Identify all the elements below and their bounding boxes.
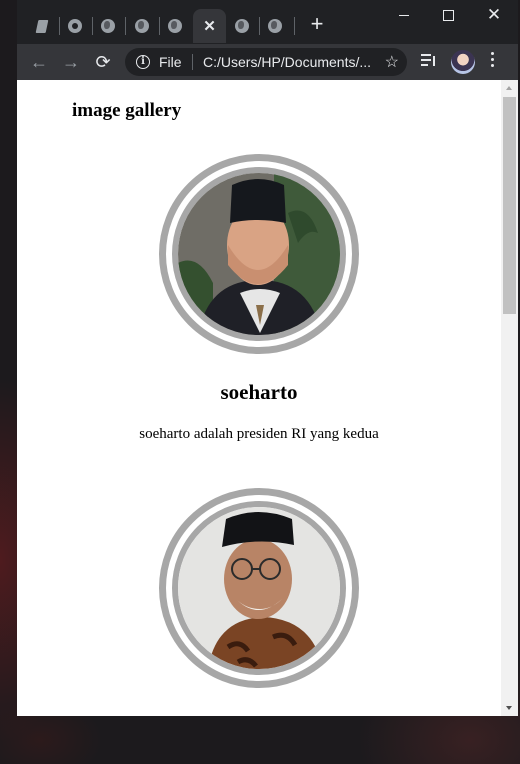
globe-icon — [135, 19, 149, 33]
tab-globe-5[interactable] — [260, 9, 290, 43]
close-icon: ✕ — [486, 5, 502, 24]
scroll-down-arrow-icon[interactable] — [506, 706, 512, 710]
tab-github[interactable] — [60, 9, 90, 43]
browser-window: ✕ + ✕ ← → ⟳ i File C:/Users/HP/Documents… — [17, 0, 518, 716]
globe-icon — [101, 19, 115, 33]
github-icon — [68, 19, 82, 33]
minimize-icon — [399, 15, 409, 16]
tab-globe-2[interactable] — [127, 9, 157, 43]
more-menu-icon[interactable] — [491, 52, 495, 70]
globe-icon — [235, 19, 249, 33]
reload-button[interactable]: ⟳ — [91, 50, 115, 74]
portrait-photo — [178, 507, 340, 669]
photo-frame — [159, 488, 359, 688]
scrollbar-thumb[interactable] — [503, 97, 516, 314]
tab-globe-3[interactable] — [160, 9, 190, 43]
scheme-label: File — [159, 54, 182, 70]
url-text[interactable]: C:/Users/HP/Documents/... — [203, 54, 375, 70]
forward-button[interactable]: → — [59, 50, 83, 74]
page-title: image gallery — [72, 100, 182, 121]
scroll-up-arrow-icon[interactable] — [506, 86, 512, 90]
photo-inner-ring — [172, 501, 346, 675]
media-control-icon[interactable] — [421, 54, 437, 68]
tab-document[interactable] — [27, 9, 57, 43]
tab-separator — [294, 17, 295, 35]
arrow-left-icon: ← — [30, 52, 48, 72]
maximize-button[interactable] — [426, 6, 470, 26]
photo-frame — [159, 154, 359, 354]
close-icon[interactable]: ✕ — [203, 17, 216, 35]
info-icon[interactable]: i — [136, 55, 150, 69]
new-tab-button[interactable]: + — [305, 13, 329, 37]
item-name: soeharto — [220, 380, 298, 404]
tab-active[interactable]: ✕ — [193, 9, 226, 43]
item-description: soeharto adalah presiden RI yang kedua — [139, 426, 379, 442]
minimize-button[interactable] — [382, 6, 426, 26]
arrow-right-icon: → — [62, 52, 80, 72]
reload-icon: ⟳ — [95, 52, 111, 72]
address-separator — [192, 54, 193, 70]
globe-icon — [268, 19, 282, 33]
portrait-photo — [178, 173, 340, 335]
document-icon — [36, 20, 48, 33]
bookmark-star-icon[interactable]: ☆ — [385, 52, 399, 72]
globe-icon — [168, 19, 182, 33]
tab-strip: ✕ + ✕ — [17, 0, 518, 44]
profile-avatar[interactable] — [451, 50, 475, 74]
maximize-icon — [443, 10, 454, 21]
address-bar[interactable]: i File C:/Users/HP/Documents/... ☆ — [125, 48, 407, 76]
window-close-button[interactable]: ✕ — [472, 6, 516, 26]
browser-toolbar: ← → ⟳ i File C:/Users/HP/Documents/... ☆ — [17, 44, 518, 80]
tab-separator — [125, 17, 126, 35]
tab-globe-1[interactable] — [93, 9, 123, 43]
vertical-scrollbar[interactable] — [501, 80, 518, 716]
tab-globe-4[interactable] — [227, 9, 257, 43]
page-viewport: image gallery soeharto soeharto adalah p… — [17, 80, 501, 716]
photo-inner-ring — [172, 167, 346, 341]
back-button[interactable]: ← — [27, 50, 51, 74]
